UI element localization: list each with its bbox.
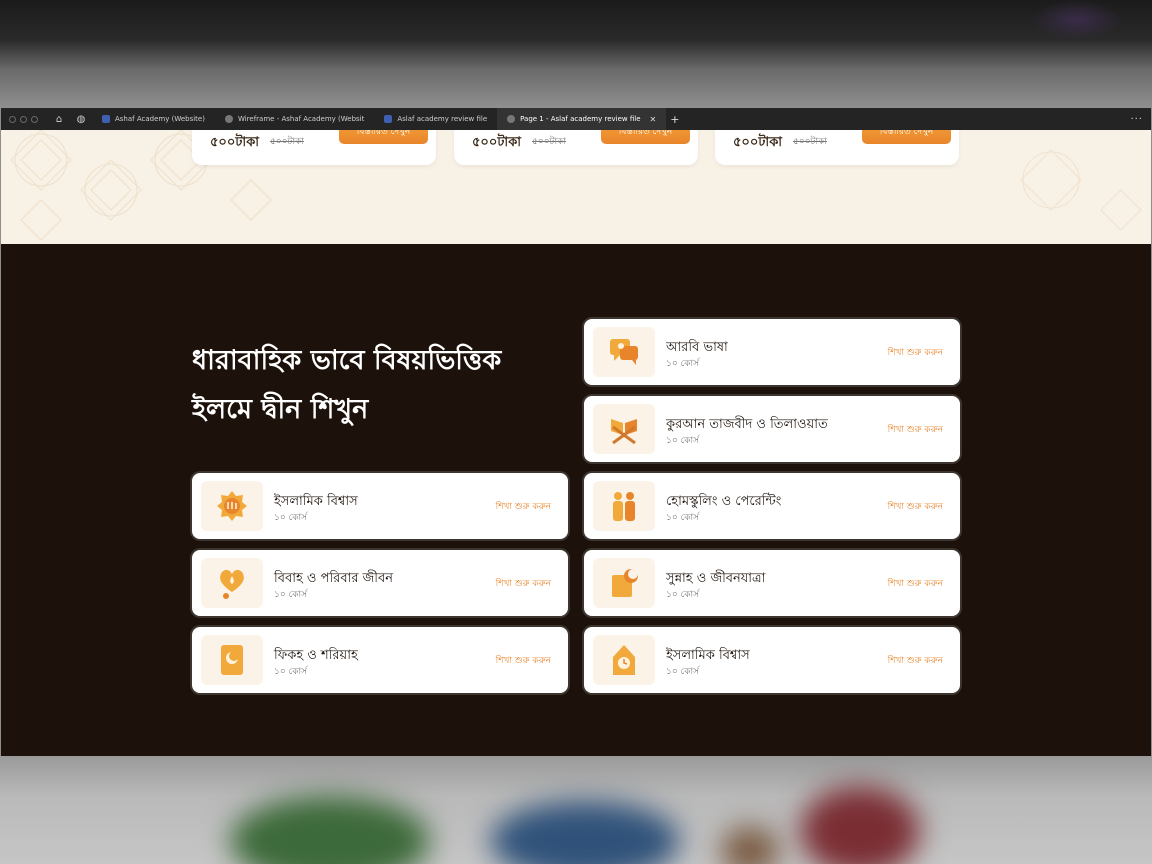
view-details-button[interactable]: বিস্তারিত দেখুন — [601, 130, 690, 144]
old-price: ৫০০টাকা — [270, 137, 304, 147]
topic-icon-box — [593, 404, 655, 454]
start-learning-link[interactable]: শিখা শুরু করুন — [888, 499, 943, 514]
family-icon — [613, 492, 635, 521]
blurred-blob — [800, 786, 920, 864]
blurred-blob — [720, 826, 780, 864]
course-count: ১০ কোর্স — [274, 513, 308, 523]
mosque-clock-icon — [613, 645, 635, 675]
browser-tab[interactable]: Aslaf academy review file — [374, 108, 497, 130]
pricing-section: ৫০০টাকা ৫০০টাকা বিস্তারিত দেখুন ৫০০টাকা … — [1, 130, 1151, 244]
topic-card-islamic-belief[interactable]: ইসলামিক বিশ্বাস ১০ কোর্স শিখা শুরু করুন — [192, 473, 568, 539]
browser-tab-bar: ⌂ ◍ Ashaf Academy (Website) Wireframe - … — [1, 108, 1151, 130]
prototype-play-icon — [224, 115, 233, 123]
figma-file-icon — [102, 115, 110, 123]
allah-emblem-icon — [217, 491, 247, 521]
more-menu-icon[interactable]: ··· — [1130, 114, 1143, 125]
browser-tab[interactable]: Ashaf Academy (Website) — [92, 108, 215, 130]
globe-icon[interactable]: ◍ — [70, 108, 92, 130]
topic-card-fiqh-shariah[interactable]: ফিকহ ও শরিয়াহ ১০ কোর্স শিখা শুরু করুন — [192, 627, 568, 693]
figma-file-icon — [384, 115, 393, 123]
topic-card-sunnah-lifestyle[interactable]: সুন্নাহ ও জীবনযাত্রা ১০ কোর্স শিখা শুরু … — [584, 550, 960, 616]
topic-card-marriage-family[interactable]: বিবাহ ও পরিবার জীবন ১০ কোর্স শিখা শুরু ক… — [192, 550, 568, 616]
old-price: ৫০০টাকা — [793, 137, 827, 147]
topic-card-homeschooling-parenting[interactable]: হোমস্কুলিং ও পেরেন্টিং ১০ কোর্স শিখা শুর… — [584, 473, 960, 539]
quran-stand-icon — [611, 419, 637, 445]
topic-icon-box — [593, 558, 655, 608]
topic-icon-box — [593, 327, 655, 377]
blurred-blob — [230, 796, 430, 864]
start-learning-link[interactable]: শিখা শুরু করুন — [888, 576, 943, 591]
window-controls — [9, 115, 38, 123]
start-learning-link[interactable]: শিখা শুরু করুন — [888, 653, 943, 668]
maximize-window-button[interactable] — [31, 115, 38, 123]
tab-label: Page 1 - Aslaf academy review file — [520, 115, 641, 123]
topic-icon-box — [201, 635, 263, 685]
old-price: ৫০০টাকা — [532, 137, 566, 147]
minimize-window-button[interactable] — [20, 115, 27, 123]
course-price-card: ৫০০টাকা ৫০০টাকা বিস্তারিত দেখুন — [454, 130, 698, 165]
topic-icon-box — [593, 635, 655, 685]
start-learning-link[interactable]: শিখা শুরু করুন — [888, 345, 943, 360]
topic-card-quran-tajweed[interactable]: কুরআন তাজবীদ ও তিলাওয়াত ১০ কোর্স শিখা শ… — [584, 396, 960, 462]
close-window-button[interactable] — [9, 115, 16, 123]
tab-label: Aslaf academy review file — [397, 115, 488, 123]
price: ৫০০টাকা — [733, 135, 783, 150]
blurred-background-top — [0, 0, 1152, 108]
view-details-button[interactable]: বিস্তারিত দেখুন — [862, 130, 951, 144]
blurred-glow — [1032, 0, 1122, 40]
course-count: ১০ কোর্স — [274, 667, 308, 677]
browser-window: ⌂ ◍ Ashaf Academy (Website) Wireframe - … — [1, 108, 1151, 756]
price: ৫০০টাকা — [472, 135, 522, 150]
topic-card-arabic-language[interactable]: আরবি ভাষা ১০ কোর্স শিখা শুরু করুন — [584, 319, 960, 385]
tab-label: Ashaf Academy (Website) — [115, 115, 205, 123]
course-count: ১০ কোর্স — [666, 359, 700, 369]
price: ৫০০টাকা — [210, 135, 260, 150]
start-learning-link[interactable]: শিখা শুরু করুন — [888, 422, 943, 437]
course-count: ১০ কোর্স — [666, 436, 700, 446]
course-price-card: ৫০০টাকা ৫০০টাকা বিস্তারিত দেখুন — [192, 130, 436, 165]
chat-bubbles-icon — [610, 339, 638, 365]
heading-line: ইলমে দ্বীন শিখুন — [192, 394, 369, 425]
course-price-card: ৫০০টাকা ৫০০টাকা বিস্তারিত দেখুন — [715, 130, 959, 165]
course-count: ১০ কোর্স — [666, 590, 700, 600]
blurred-blob — [490, 801, 680, 864]
geometric-pattern — [1020, 149, 1142, 231]
section-heading: ধারাবাহিক ভাবে বিষয়ভিত্তিক ইলমে দ্বীন শ… — [192, 336, 572, 434]
blurred-background-bottom — [0, 756, 1152, 864]
browser-tab-active[interactable]: Page 1 - Aslaf academy review file ✕ — [497, 108, 667, 130]
topic-card-islamic-belief-2[interactable]: ইসলামিক বিশ্বাস ১০ কোর্স শিখা শুরু করুন — [584, 627, 960, 693]
topic-icon-box — [201, 558, 263, 608]
heading-line: ধারাবাহিক ভাবে বিষয়ভিত্তিক — [192, 345, 502, 376]
topic-icon-box — [593, 481, 655, 531]
course-count: ১০ কোর্স — [666, 513, 700, 523]
start-learning-link[interactable]: শিখা শুরু করুন — [496, 499, 551, 514]
tab-label: Wireframe - Ashaf Academy (Websit — [237, 115, 365, 123]
view-details-button[interactable]: বিস্তারিত দেখুন — [339, 130, 428, 144]
close-tab-icon[interactable]: ✕ — [650, 115, 657, 124]
heart-drop-icon — [220, 569, 244, 599]
course-count: ১০ কোর্স — [274, 590, 308, 600]
home-icon[interactable]: ⌂ — [48, 108, 70, 130]
start-learning-link[interactable]: শিখা শুরু করুন — [496, 653, 551, 668]
topic-icon-box — [201, 481, 263, 531]
prototype-play-icon — [507, 115, 516, 123]
crescent-book-icon — [221, 645, 243, 675]
course-count: ১০ কোর্স — [666, 667, 700, 677]
start-learning-link[interactable]: শিখা শুরু করুন — [496, 576, 551, 591]
book-moon-icon — [612, 569, 638, 597]
browser-tab[interactable]: Wireframe - Ashaf Academy (Websit — [215, 108, 374, 130]
new-tab-icon[interactable]: + — [670, 113, 679, 126]
